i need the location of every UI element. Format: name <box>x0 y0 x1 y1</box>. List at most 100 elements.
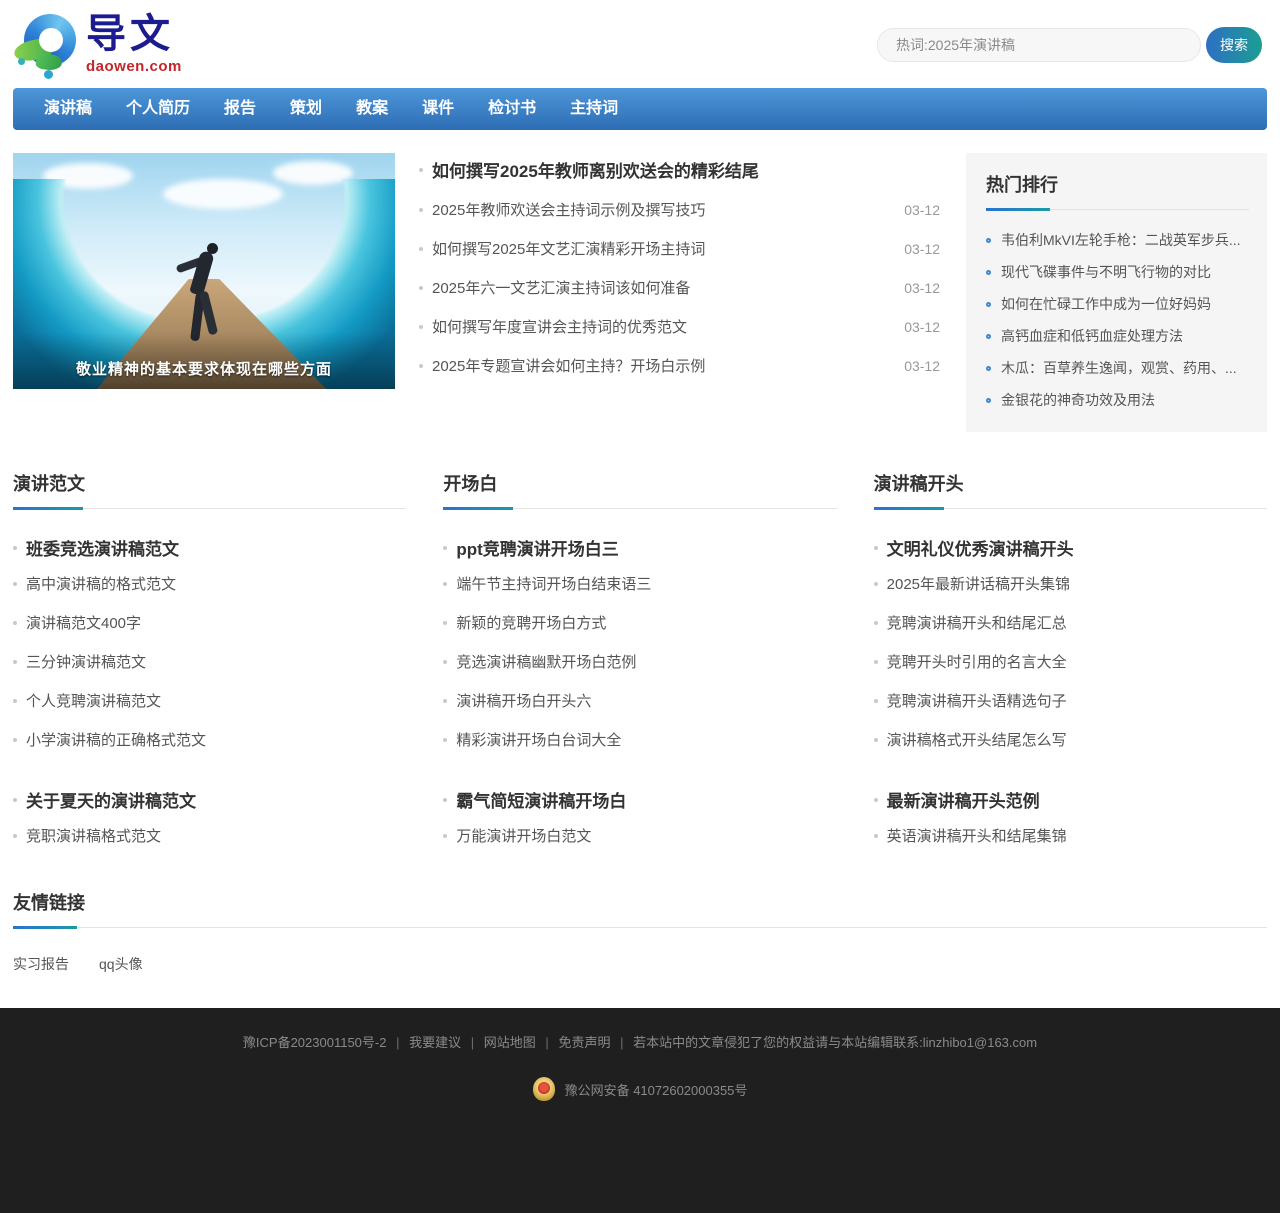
article-link[interactable]: 如何撰写年度宣讲会主持词的优秀范文 <box>432 316 888 337</box>
hot-rank-item[interactable]: 韦伯利MkVI左轮手枪：二战英军步兵... <box>986 224 1249 256</box>
bullet-dot-icon <box>13 621 17 625</box>
footer-link-sitemap[interactable]: 网站地图 <box>484 1035 536 1050</box>
hot-rank-item[interactable]: 木瓜：百草养生逸闻，观赏、药用、... <box>986 352 1249 384</box>
article-row: 如何撰写2025年文艺汇演精彩开场主持词 03-12 <box>419 229 940 268</box>
link-row: 演讲稿开场白开头六 <box>443 681 836 720</box>
article-link[interactable]: 竞聘开头时引用的名言大全 <box>887 651 1067 672</box>
article-link[interactable]: 竞职演讲稿格式范文 <box>26 825 161 846</box>
logo-text: 导文 daowen.com <box>86 12 182 75</box>
featured-link[interactable]: ppt竞聘演讲开场白三 <box>456 535 618 560</box>
logo-domain: daowen.com <box>86 58 182 75</box>
article-link[interactable]: 2025年专题宣讲会如何主持？开场白示例 <box>432 355 888 376</box>
bullet-dot-icon <box>443 834 447 838</box>
nav-item-baogao[interactable]: 报告 <box>207 88 273 130</box>
underline-accent <box>443 507 513 510</box>
article-row: 2025年专题宣讲会如何主持？开场白示例 03-12 <box>419 346 940 385</box>
hot-rank-link[interactable]: 木瓜：百草养生逸闻，观赏、药用、... <box>1001 358 1237 378</box>
hot-rank-link[interactable]: 金银花的神奇功效及用法 <box>1001 390 1155 410</box>
bullet-dot-icon <box>443 546 447 550</box>
link-row: 2025年最新讲话稿开头集锦 <box>874 564 1267 603</box>
page: 导文 daowen.com 搜索 演讲稿 个人简历 报告 策划 教案 课件 检讨… <box>0 0 1280 1213</box>
nav-item-jiantaoshu[interactable]: 检讨书 <box>471 88 553 130</box>
beian-link[interactable]: 豫公网安备 41072602000355号 <box>565 1080 748 1099</box>
search-button[interactable]: 搜索 <box>1206 27 1262 63</box>
article-link[interactable]: 演讲稿开场白开头六 <box>456 690 591 711</box>
hot-rank-link[interactable]: 韦伯利MkVI左轮手枪：二战英军步兵... <box>1001 230 1241 250</box>
featured-link[interactable]: 班委竞选演讲稿范文 <box>26 535 179 560</box>
article-link[interactable]: 竞聘演讲稿开头和结尾汇总 <box>887 612 1067 633</box>
site-logo[interactable]: 导文 daowen.com <box>16 12 182 78</box>
logo-swirl-icon <box>16 12 78 78</box>
article-link[interactable]: 万能演讲开场白范文 <box>456 825 591 846</box>
nav-item-cehua[interactable]: 策划 <box>273 88 339 130</box>
footer-beian-line: 豫公网安备 41072602000355号 <box>0 1077 1280 1101</box>
article-link[interactable]: 竞选演讲稿幽默开场白范例 <box>456 651 636 672</box>
section-underline <box>13 506 406 509</box>
article-link[interactable]: 2025年最新讲话稿开头集锦 <box>887 573 1070 594</box>
article-link[interactable]: 精彩演讲开场白台词大全 <box>456 729 621 750</box>
section-underline <box>13 925 1267 928</box>
hot-rank-item[interactable]: 现代飞碟事件与不明飞行物的对比 <box>986 256 1249 288</box>
search-area: 搜索 <box>877 27 1262 63</box>
friend-link-qqtouxiang[interactable]: qq头像 <box>99 954 143 974</box>
group-featured-row: 班委竞选演讲稿范文 <box>13 535 406 560</box>
featured-link[interactable]: 霸气简短演讲稿开场白 <box>456 787 626 812</box>
article-link[interactable]: 演讲稿范文400字 <box>26 612 141 633</box>
hot-rank-item[interactable]: 高钙血症和低钙血症处理方法 <box>986 320 1249 352</box>
nav-item-gerenjianli[interactable]: 个人简历 <box>109 88 207 130</box>
featured-article-title[interactable]: 如何撰写2025年教师离别欢送会的精彩结尾 <box>432 157 759 182</box>
nav-item-jiaoan[interactable]: 教案 <box>339 88 405 130</box>
group-featured-row: 关于夏天的演讲稿范文 <box>13 787 406 812</box>
search-input[interactable] <box>877 28 1201 62</box>
link-group: 霸气简短演讲稿开场白 万能演讲开场白范文 <box>443 787 836 855</box>
article-link[interactable]: 新颖的竞聘开场白方式 <box>456 612 606 633</box>
logo-dot <box>44 70 53 79</box>
article-link[interactable]: 个人竞聘演讲稿范文 <box>26 690 161 711</box>
article-link[interactable]: 2025年教师欢送会主持词示例及撰写技巧 <box>432 199 888 220</box>
link-row: 竞聘开头时引用的名言大全 <box>874 642 1267 681</box>
separator: | <box>545 1035 548 1050</box>
logo-dot2 <box>18 58 25 65</box>
article-link[interactable]: 英语演讲稿开头和结尾集锦 <box>887 825 1067 846</box>
article-link[interactable]: 端午节主持词开场白结束语三 <box>456 573 651 594</box>
hot-rank-link[interactable]: 现代飞碟事件与不明飞行物的对比 <box>1001 262 1211 282</box>
bullet-dot-icon <box>419 168 423 172</box>
article-link[interactable]: 竞聘演讲稿开头语精选句子 <box>887 690 1067 711</box>
featured-article-row: 如何撰写2025年教师离别欢送会的精彩结尾 <box>419 157 940 182</box>
article-row: 2025年教师欢送会主持词示例及撰写技巧 03-12 <box>419 190 940 229</box>
footer-link-disclaimer[interactable]: 免责声明 <box>558 1035 610 1050</box>
friend-link-shixibaogao[interactable]: 实习报告 <box>13 954 69 974</box>
bullet-dot-icon <box>419 325 423 329</box>
hot-rank-item[interactable]: 金银花的神奇功效及用法 <box>986 384 1249 416</box>
footer-link-suggest[interactable]: 我要建议 <box>409 1035 461 1050</box>
featured-link[interactable]: 文明礼仪优秀演讲稿开头 <box>887 535 1074 560</box>
article-link[interactable]: 小学演讲稿的正确格式范文 <box>26 729 206 750</box>
article-link[interactable]: 2025年六一文艺汇演主持词该如何准备 <box>432 277 888 298</box>
hero-image-link[interactable]: 敬业精神的基本要求体现在哪些方面 <box>13 153 395 389</box>
featured-link[interactable]: 关于夏天的演讲稿范文 <box>26 787 196 812</box>
article-link[interactable]: 高中演讲稿的格式范文 <box>26 573 176 594</box>
friend-links-section: 友情链接 实习报告 qq头像 <box>13 889 1267 974</box>
underline-accent <box>13 507 83 510</box>
hot-rank-link[interactable]: 高钙血症和低钙血症处理方法 <box>1001 326 1183 346</box>
hot-rank-link[interactable]: 如何在忙碌工作中成为一位好妈妈 <box>1001 294 1211 314</box>
article-link[interactable]: 三分钟演讲稿范文 <box>26 651 146 672</box>
article-link[interactable]: 如何撰写2025年文艺汇演精彩开场主持词 <box>432 238 888 259</box>
footer-info-line: 豫ICP备2023001150号-2 | 我要建议 | 网站地图 | 免责声明 … <box>0 1032 1280 1051</box>
nav-item-zhuchici[interactable]: 主持词 <box>553 88 635 130</box>
column-title: 开场白 <box>443 470 836 506</box>
link-row: 万能演讲开场白范文 <box>443 816 836 855</box>
nav-item-yanjianggao[interactable]: 演讲稿 <box>27 88 109 130</box>
article-link[interactable]: 演讲稿格式开头结尾怎么写 <box>887 729 1067 750</box>
police-badge-icon <box>533 1077 555 1101</box>
bullet-dot-icon <box>443 582 447 586</box>
site-footer: 豫ICP备2023001150号-2 | 我要建议 | 网站地图 | 免责声明 … <box>0 1008 1280 1213</box>
link-row: 小学演讲稿的正确格式范文 <box>13 720 406 759</box>
hot-rank-item[interactable]: 如何在忙碌工作中成为一位好妈妈 <box>986 288 1249 320</box>
bullet-dot-icon <box>443 738 447 742</box>
nav-item-kejian[interactable]: 课件 <box>405 88 471 130</box>
site-header: 导文 daowen.com 搜索 <box>0 0 1280 88</box>
featured-link[interactable]: 最新演讲稿开头范例 <box>887 787 1040 812</box>
separator: | <box>396 1035 399 1050</box>
bullet-dot-icon <box>874 660 878 664</box>
